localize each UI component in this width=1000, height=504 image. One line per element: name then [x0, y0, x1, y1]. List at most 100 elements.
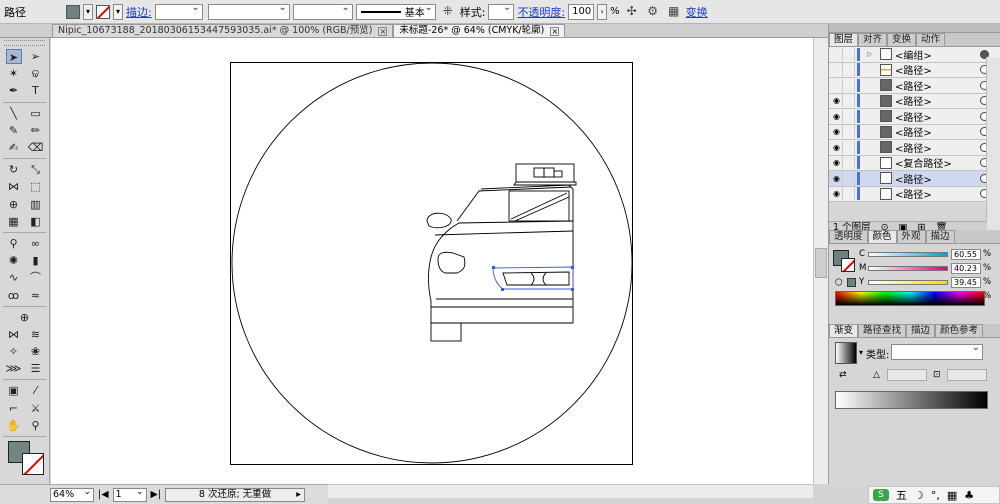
tab-layers-0[interactable]: 图层 — [829, 33, 859, 46]
visibility-eye-icon[interactable]: ◉ — [831, 125, 843, 139]
pencil-icon[interactable]: ✏ — [28, 123, 44, 138]
opacity-arrow-icon[interactable]: › — [597, 3, 608, 20]
fill-dropdown-icon[interactable]: ▾ — [83, 3, 93, 20]
tab-gradient-2[interactable]: 描边 — [906, 324, 936, 337]
layer-row[interactable]: ▷ <编组> — [829, 47, 1000, 63]
expand-triangle-icon[interactable]: ▷ — [860, 50, 880, 58]
lock-toggle[interactable] — [843, 187, 855, 201]
fill-stroke-control[interactable] — [6, 440, 44, 479]
gradient-dropdown-icon[interactable]: ▾ — [859, 348, 863, 357]
punctuation-icon[interactable]: °, — [931, 489, 940, 502]
shape-builder-icon[interactable]: ⊕ — [6, 197, 22, 212]
lock-toggle[interactable] — [843, 63, 855, 77]
stroke-profile-dropdown[interactable]: 基本 — [355, 2, 436, 20]
slice-icon[interactable]: ⁄ — [28, 383, 44, 398]
rectangle-icon[interactable]: ▭ — [28, 106, 44, 121]
taxi-outline-artwork[interactable] — [231, 62, 634, 466]
tab-document-2[interactable]: 未标题-26* @ 64% (CMYK/轮廓) × — [393, 24, 566, 37]
visibility-eye-icon[interactable] — [831, 78, 843, 92]
width-icon[interactable]: ⋈ — [6, 179, 22, 194]
zoom-dropdown[interactable]: 64% — [50, 486, 94, 502]
symbol-sprayer-icon[interactable]: ✺ — [6, 253, 22, 268]
blend-icon[interactable]: ∞ — [28, 236, 44, 251]
status-message[interactable]: 8 次还原; 无重做 ▸ — [165, 487, 306, 502]
horizontal-scrollbar[interactable] — [328, 484, 813, 498]
stroke-dropdown-icon[interactable]: ▾ — [113, 3, 123, 20]
status-arrow-icon[interactable]: ▸ — [296, 489, 301, 501]
gradient-preview[interactable] — [835, 342, 857, 364]
stroke-weight-field[interactable] — [154, 2, 203, 20]
visibility-eye-icon[interactable]: ◉ — [831, 94, 843, 108]
lasso-icon[interactable]: ଢ — [28, 66, 44, 81]
free-transform-icon[interactable]: ⬚ — [28, 179, 44, 194]
visibility-eye-icon[interactable] — [831, 47, 843, 61]
artboard-icon[interactable]: ▣ — [6, 383, 22, 398]
style-dropdown[interactable] — [488, 2, 515, 20]
variable-width-dropdown[interactable] — [207, 2, 290, 20]
brush-dropdown[interactable] — [292, 2, 353, 20]
tab-layers-3[interactable]: 动作 — [916, 33, 946, 46]
curve-icon[interactable]: ∿ — [6, 270, 22, 285]
scale-icon[interactable]: ⤡ — [28, 162, 44, 177]
spiral-icon[interactable]: ꝏ — [6, 288, 22, 303]
layer-row[interactable]: <路径> — [829, 78, 1000, 94]
lock-toggle[interactable] — [843, 140, 855, 154]
perspective-grid-icon[interactable]: ▥ — [28, 197, 44, 212]
knife-icon[interactable]: ⚔ — [28, 401, 44, 416]
direct-selection-icon[interactable]: ➢ — [28, 49, 44, 64]
gamut-swatch[interactable] — [847, 278, 856, 287]
toolbox-grip[interactable] — [4, 40, 45, 46]
gradient-slider[interactable] — [835, 391, 988, 409]
skin-icon[interactable]: ♣ — [964, 489, 974, 502]
lock-toggle[interactable] — [843, 78, 855, 92]
tab-color-1[interactable]: 颜色 — [867, 230, 897, 243]
reverse-gradient-icon[interactable]: ⇄ — [839, 370, 847, 380]
rotate-icon[interactable]: ↻ — [6, 162, 22, 177]
tab-color-3[interactable]: 描边 — [925, 230, 955, 243]
tab-layers-2[interactable]: 变换 — [887, 33, 917, 46]
hand-icon[interactable]: ✋ — [6, 418, 22, 433]
moon-icon[interactable]: ☽ — [914, 489, 924, 502]
type-icon[interactable]: T — [28, 83, 44, 98]
close-tab-icon[interactable]: × — [550, 26, 560, 36]
artboard-dropdown[interactable]: 1 — [112, 486, 147, 502]
lock-toggle[interactable] — [843, 109, 855, 123]
out-of-gamut-icon[interactable]: ⬡ — [835, 278, 843, 288]
keyboard-icon[interactable]: ▦ — [947, 489, 957, 502]
vertical-scrollbar[interactable] — [813, 38, 828, 484]
tab-color-2[interactable]: 外观 — [896, 230, 926, 243]
line-segment-icon[interactable]: ╲ — [6, 106, 22, 121]
angle-field[interactable] — [887, 369, 927, 381]
panel-dock-header[interactable] — [829, 24, 1000, 33]
gradient-icon[interactable]: ◧ — [28, 214, 44, 229]
bloat-icon[interactable]: ❀ — [28, 344, 44, 359]
layer-row[interactable]: ◉ <路径> — [829, 93, 1000, 109]
wrinkle-icon[interactable]: ⋙ — [6, 361, 22, 376]
layers-scrollbar[interactable] — [986, 57, 1000, 234]
layer-row[interactable]: ◉ <路径> — [829, 186, 1000, 202]
layer-row[interactable]: ◉ <路径> — [829, 124, 1000, 140]
channel-slider[interactable] — [868, 279, 948, 285]
lock-toggle[interactable] — [843, 156, 855, 170]
tab-document-1[interactable]: Nipic_10673188_20180306153447593035.ai* … — [52, 24, 394, 37]
channel-value-input[interactable]: 60.55 — [951, 248, 981, 260]
pen-icon[interactable]: ✒ — [6, 83, 22, 98]
crosshair-icon[interactable]: ⊕ — [17, 310, 33, 325]
close-tab-icon[interactable]: × — [378, 26, 388, 36]
mesh-icon[interactable]: ▦ — [6, 214, 22, 229]
stroke-swatch[interactable] — [96, 4, 110, 19]
paintbrush-icon[interactable]: ✎ — [6, 123, 22, 138]
recolor-artwork-icon[interactable]: ⚙ — [644, 4, 662, 20]
selection-arrow-icon[interactable]: ➤ — [5, 49, 22, 65]
next-artboard-icon[interactable]: ▶| — [151, 489, 162, 500]
visibility-eye-icon[interactable]: ◉ — [831, 156, 843, 170]
select-similar-icon[interactable]: ✣ — [623, 4, 641, 20]
visibility-eye-icon[interactable]: ◉ — [831, 140, 843, 154]
blob-brush-icon[interactable]: ✍ — [6, 140, 22, 155]
color-spectrum[interactable] — [835, 291, 985, 306]
artboard[interactable] — [230, 62, 633, 465]
layer-row[interactable]: ◉ <路径> — [829, 140, 1000, 156]
tab-gradient-3[interactable]: 颜色参考 — [935, 324, 984, 337]
canvas-area[interactable] — [51, 38, 813, 484]
layer-row[interactable]: ◉ <路径> — [829, 109, 1000, 125]
